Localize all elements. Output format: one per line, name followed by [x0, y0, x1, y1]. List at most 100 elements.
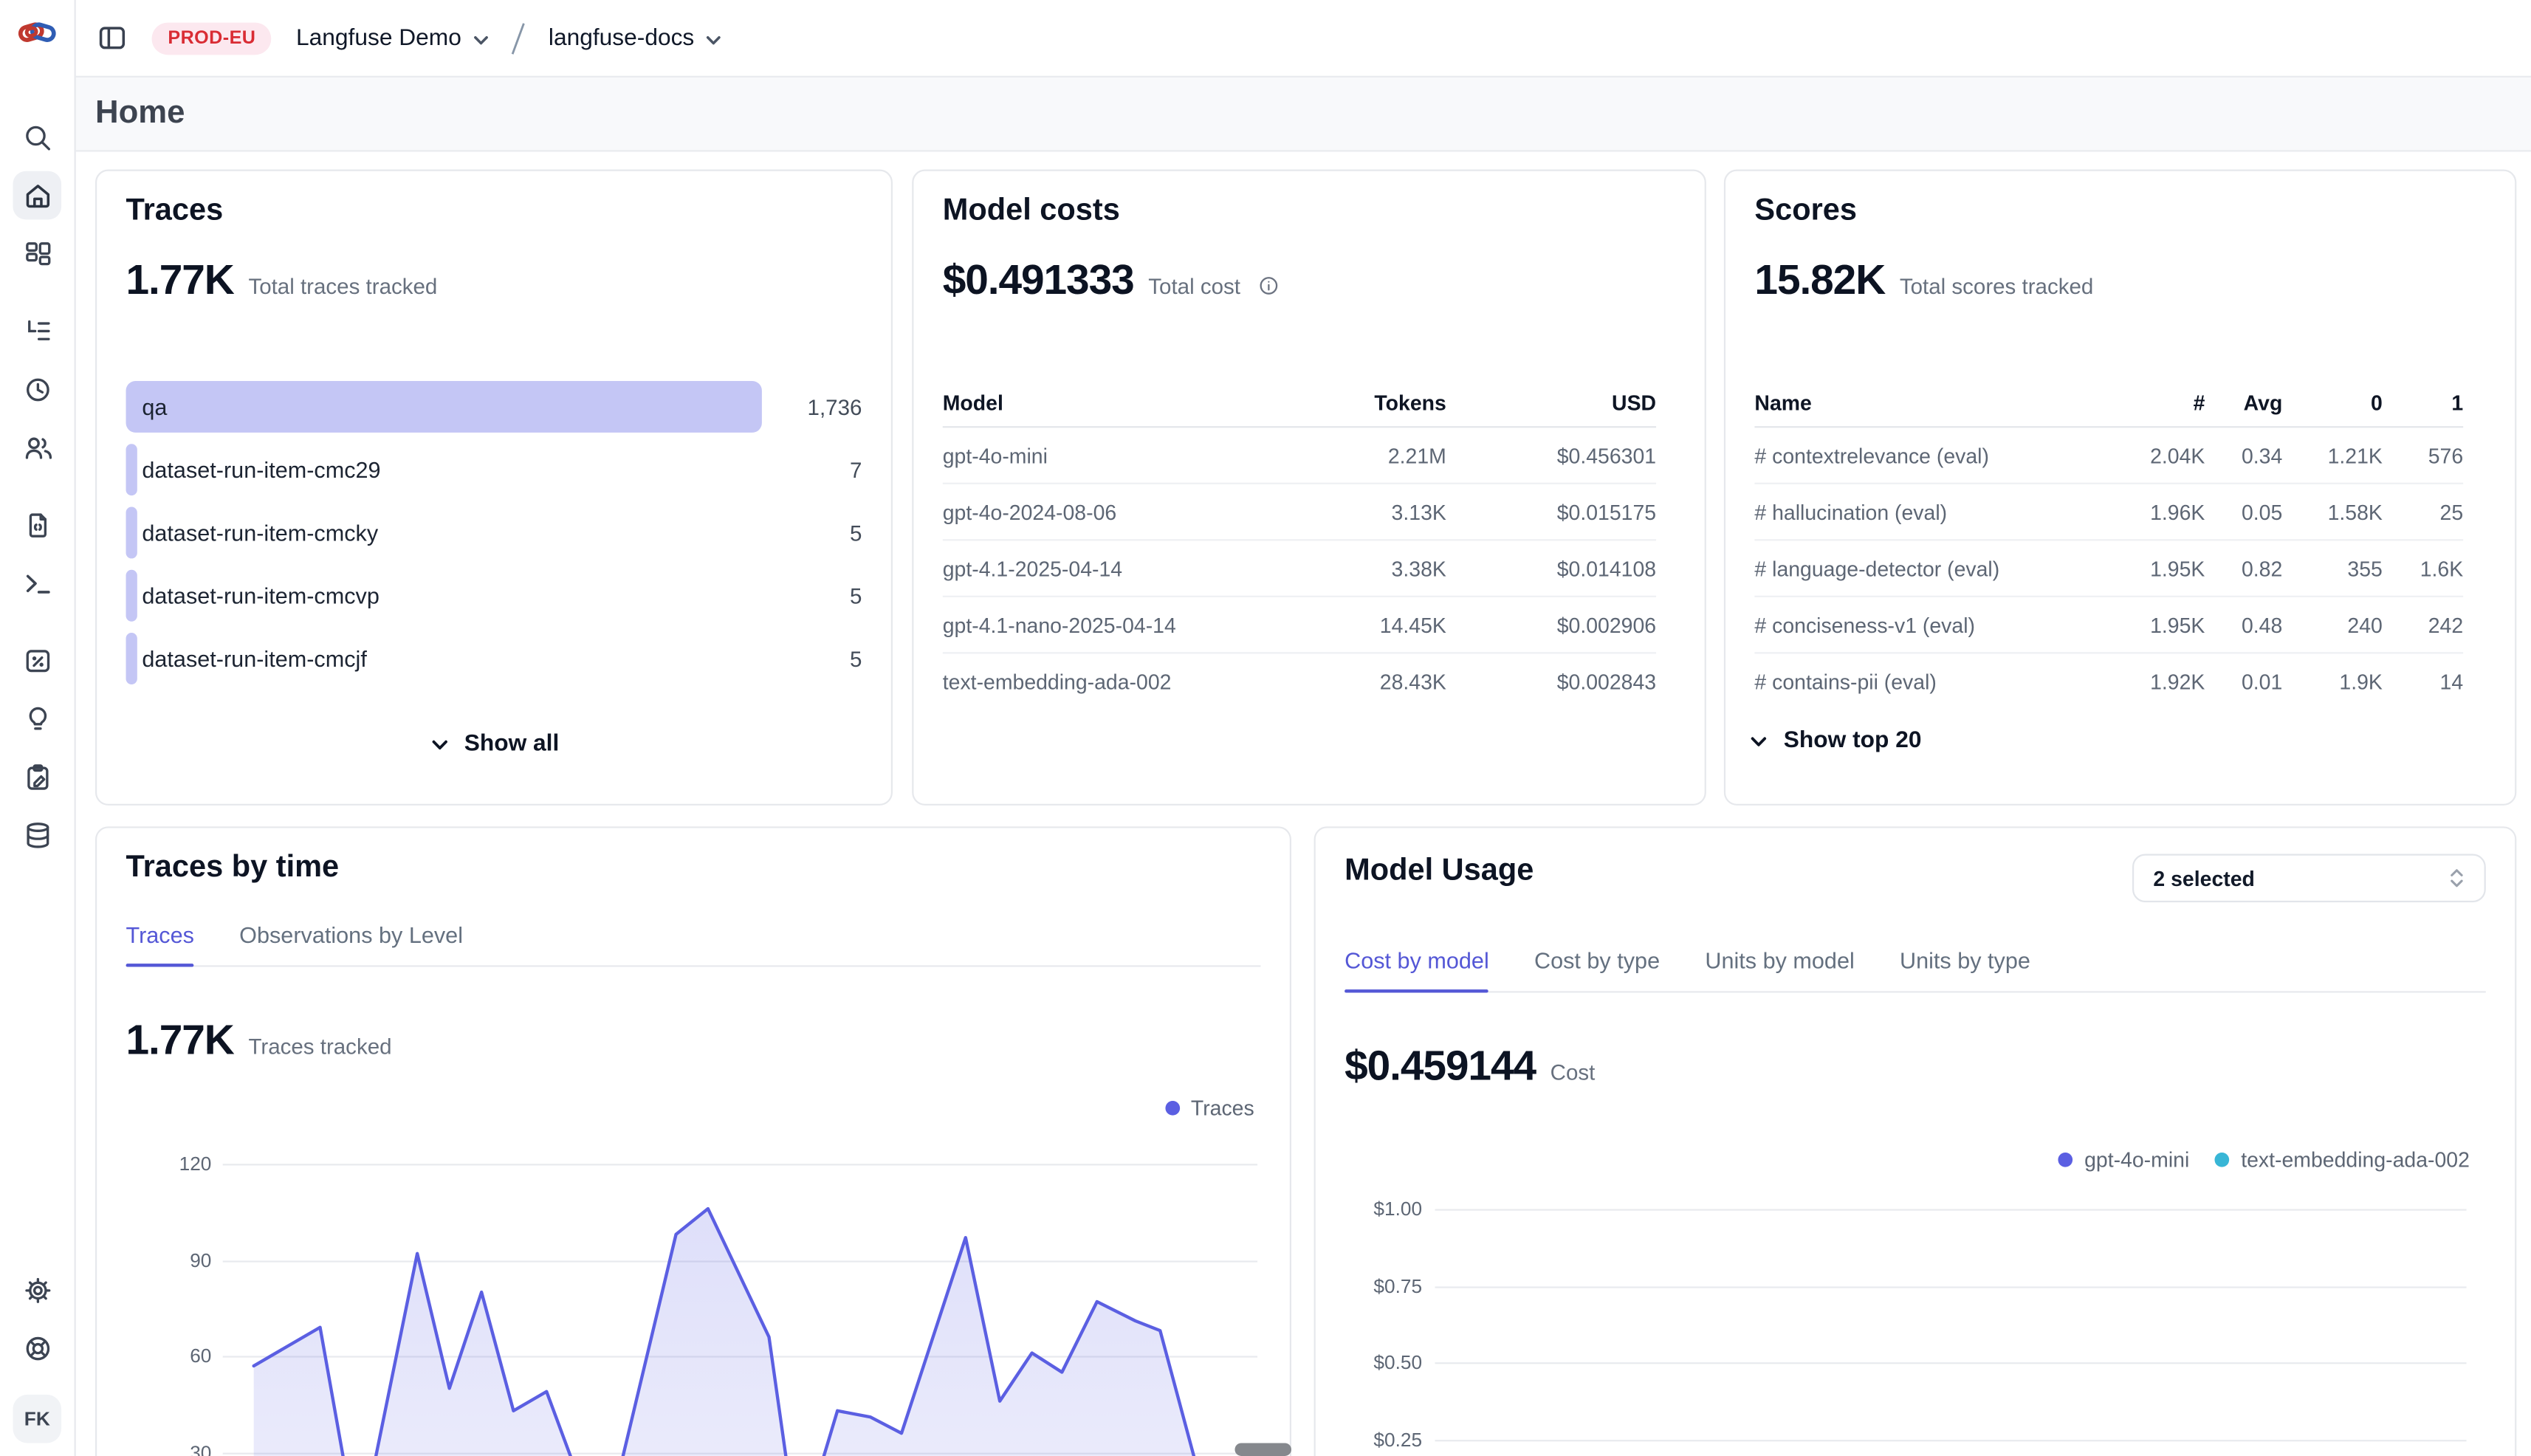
trace-name: dataset-run-item-cmcvp: [142, 570, 379, 622]
sidebar-item-dashboards[interactable]: [13, 229, 61, 278]
sidebar-item-search[interactable]: [13, 113, 61, 162]
tab-traces[interactable]: Traces: [126, 921, 194, 965]
tab-cost-by-type[interactable]: Cost by type: [1534, 947, 1660, 991]
model-usd: $0.014108: [1446, 556, 1656, 580]
page-title: Home: [95, 95, 185, 132]
area-chart-svg: [223, 1135, 1257, 1456]
card-title: Scores: [1754, 193, 1857, 229]
gridline: [1435, 1440, 2467, 1441]
table-row[interactable]: # contains-pii (eval) 1.92K 0.01 1.9K 14: [1754, 653, 2463, 708]
score-zero: 1.58K: [2282, 500, 2383, 524]
y-axis-tick-label: $0.75: [1336, 1274, 1422, 1297]
table-row[interactable]: gpt-4o-mini 2.21M $0.456301: [943, 427, 1656, 484]
table-row[interactable]: # language-detector (eval) 1.95K 0.82 35…: [1754, 540, 2463, 597]
scores-table: Name # Avg 0 1 # contextrelevance (eval)…: [1754, 378, 2463, 709]
org-switcher[interactable]: Langfuse Demo: [296, 25, 490, 51]
model-tokens: 3.38K: [1253, 556, 1446, 580]
score-avg: 0.48: [2205, 613, 2282, 637]
user-avatar[interactable]: FK: [13, 1395, 61, 1443]
score-count: 1.92K: [2101, 669, 2205, 693]
trace-bar-row[interactable]: dataset-run-item-cmcvp 5: [126, 570, 862, 622]
gridline: [1435, 1286, 2467, 1288]
traces-bar-list: qa 1,736 dataset-run-item-cmc29 7 datase…: [126, 381, 862, 696]
evaluation-percent-icon: [22, 645, 53, 676]
y-axis-tick-label: $1.00: [1336, 1198, 1422, 1220]
table-row[interactable]: # hallucination (eval) 1.96K 0.05 1.58K …: [1754, 484, 2463, 541]
usage-cost-value: $0.459144: [1345, 1041, 1536, 1091]
search-icon: [22, 122, 53, 153]
col-zero: 0: [2282, 390, 2383, 414]
trace-bar-row[interactable]: dataset-run-item-cmcjf 5: [126, 633, 862, 684]
score-avg: 0.34: [2205, 443, 2282, 467]
sidebar-item-annotate[interactable]: [13, 752, 61, 801]
model-costs-card: Model costs $0.491333 Total cost Model T…: [912, 170, 1706, 806]
score-avg: 0.82: [2205, 556, 2282, 580]
model-usd: $0.002843: [1446, 669, 1656, 693]
col-avg: Avg: [2205, 390, 2282, 414]
tab-units-by-model[interactable]: Units by model: [1705, 947, 1854, 991]
col-one: 1: [2383, 390, 2463, 414]
sidebar-item-annotation-queues[interactable]: [13, 694, 61, 743]
sidebar-item-datasets[interactable]: [13, 810, 61, 859]
sidebar-item-settings[interactable]: [13, 1266, 61, 1314]
trace-bar-row[interactable]: qa 1,736: [126, 381, 862, 433]
sidebar-item-home[interactable]: [13, 171, 61, 220]
horizontal-scrollbar-thumb[interactable]: [1234, 1443, 1291, 1455]
chevrons-up-down-icon: [2445, 865, 2468, 891]
model-name: gpt-4.1-2025-04-14: [943, 556, 1253, 580]
chart-legend: Traces: [1165, 1096, 1254, 1120]
sidebar-item-tracing[interactable]: [13, 306, 61, 355]
traces-by-time-tabs: Traces Observations by Level: [126, 921, 1261, 966]
sidebar-item-prompts[interactable]: [13, 501, 61, 549]
trace-bar-row[interactable]: dataset-run-item-cmc29 7: [126, 444, 862, 495]
sidebar-toggle-button[interactable]: [97, 23, 128, 54]
show-top-20-button[interactable]: Show top 20: [1748, 728, 1922, 754]
sidebar-item-support[interactable]: [13, 1324, 61, 1373]
lightbulb-icon: [22, 703, 53, 734]
table-row[interactable]: gpt-4.1-nano-2025-04-14 14.45K $0.002906: [943, 597, 1656, 654]
total-cost-label: Total cost: [1148, 275, 1240, 299]
environment-badge: PROD-EU: [152, 22, 272, 55]
tab-cost-by-model[interactable]: Cost by model: [1345, 947, 1489, 991]
model-name: text-embedding-ada-002: [943, 669, 1253, 693]
tab-observations-by-level[interactable]: Observations by Level: [239, 921, 463, 965]
select-value: 2 selected: [2153, 866, 2254, 890]
table-row[interactable]: gpt-4o-2024-08-06 3.13K $0.015175: [943, 484, 1656, 541]
tab-units-by-type[interactable]: Units by type: [1900, 947, 2030, 991]
trace-count: 7: [850, 444, 862, 495]
model-select[interactable]: 2 selected: [2132, 854, 2486, 903]
info-icon[interactable]: [1258, 275, 1281, 298]
traces-card: Traces 1.77K Total traces tracked qa 1,7…: [95, 170, 893, 806]
card-title: Traces by time: [126, 851, 340, 886]
project-switcher[interactable]: langfuse-docs: [549, 25, 724, 51]
score-count: 2.04K: [2101, 443, 2205, 467]
table-row[interactable]: text-embedding-ada-002 28.43K $0.002843: [943, 653, 1656, 708]
table-header-row: Name # Avg 0 1: [1754, 378, 2463, 428]
sidebar-item-playground[interactable]: [13, 558, 61, 607]
page-header: Home: [75, 76, 2531, 152]
model-name: gpt-4.1-nano-2025-04-14: [943, 613, 1253, 637]
trace-bar-row[interactable]: dataset-run-item-cmcky 5: [126, 506, 862, 558]
score-name: # language-detector (eval): [1754, 556, 2101, 580]
show-all-button[interactable]: Show all: [97, 731, 891, 757]
table-row[interactable]: # contextrelevance (eval) 2.04K 0.34 1.2…: [1754, 427, 2463, 484]
legend-label: gpt-4o-mini: [2084, 1147, 2189, 1172]
table-row[interactable]: # conciseness-v1 (eval) 1.95K 0.48 240 2…: [1754, 597, 2463, 654]
score-one: 1.6K: [2383, 556, 2463, 580]
sidebar-item-users[interactable]: [13, 423, 61, 472]
table-row[interactable]: gpt-4.1-2025-04-14 3.38K $0.014108: [943, 540, 1656, 597]
bar-fill: [126, 633, 137, 684]
trace-count: 5: [850, 506, 862, 558]
trace-name: dataset-run-item-cmcky: [142, 506, 378, 558]
y-axis-tick-label: 60: [126, 1345, 212, 1368]
trace-count: 5: [850, 570, 862, 622]
trace-name: dataset-run-item-cmc29: [142, 444, 380, 495]
sidebar-item-evaluation[interactable]: [13, 636, 61, 684]
score-count: 1.95K: [2101, 556, 2205, 580]
table-body: gpt-4o-mini 2.21M $0.456301 gpt-4o-2024-…: [943, 427, 1656, 708]
show-top-20-label: Show top 20: [1784, 728, 1922, 754]
bar-fill: [126, 444, 137, 495]
terminal-icon: [22, 567, 53, 598]
legend-label: Traces: [1191, 1096, 1254, 1120]
sidebar-item-sessions[interactable]: [13, 365, 61, 413]
